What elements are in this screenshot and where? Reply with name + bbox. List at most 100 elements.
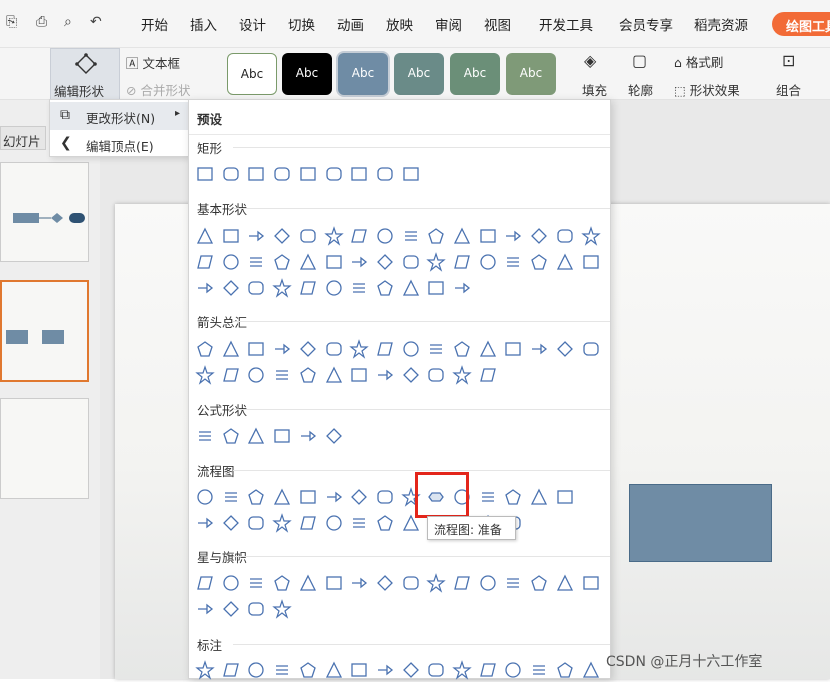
shape-2-19-icon[interactable] — [272, 365, 292, 385]
shape-1-22-icon[interactable] — [349, 252, 369, 272]
shape-1-41-icon[interactable] — [426, 278, 446, 298]
shape-4-17-icon[interactable] — [246, 513, 266, 533]
shape-5-11-icon[interactable] — [478, 573, 498, 593]
slide-thumbnail-3[interactable] — [0, 398, 89, 499]
shape-2-10-icon[interactable] — [452, 339, 472, 359]
shape-2-21-icon[interactable] — [324, 365, 344, 385]
shape-1-40-icon[interactable] — [401, 278, 421, 298]
shape-6-5-icon[interactable] — [324, 660, 344, 680]
preview-icon[interactable]: ⌕ — [64, 14, 72, 30]
shape-5-17-icon[interactable] — [221, 599, 241, 619]
shape-3-4-icon[interactable] — [298, 426, 318, 446]
style-preset-2[interactable]: Abc — [282, 53, 332, 95]
shape-1-20-icon[interactable] — [298, 252, 318, 272]
tab-slideshow[interactable]: 放映 — [386, 14, 413, 34]
shape-1-3-icon[interactable] — [272, 226, 292, 246]
tab-design[interactable]: 设计 — [239, 14, 266, 34]
shape-1-39-icon[interactable] — [375, 278, 395, 298]
shape-1-4-icon[interactable] — [298, 226, 318, 246]
shape-5-0-icon[interactable] — [195, 573, 215, 593]
shape-2-3-icon[interactable] — [272, 339, 292, 359]
shape-4-13-icon[interactable] — [529, 487, 549, 507]
shape-5-10-icon[interactable] — [452, 573, 472, 593]
shape-1-17-icon[interactable] — [221, 252, 241, 272]
shape-5-16-icon[interactable] — [195, 599, 215, 619]
shape-1-26-icon[interactable] — [452, 252, 472, 272]
shape-1-6-icon[interactable] — [349, 226, 369, 246]
shape-2-15-icon[interactable] — [581, 339, 601, 359]
tab-drawing-tools[interactable]: 绘图工具 — [772, 12, 830, 36]
tab-view[interactable]: 视图 — [484, 14, 511, 34]
slide-rectangle-shape[interactable] — [629, 484, 772, 562]
shape-0-4-icon[interactable] — [298, 164, 318, 184]
style-preset-5[interactable]: Abc — [450, 53, 500, 95]
tab-review[interactable]: 审阅 — [435, 14, 462, 34]
shape-1-7-icon[interactable] — [375, 226, 395, 246]
style-preset-1[interactable]: Abc — [227, 53, 277, 95]
shape-4-3-icon[interactable] — [272, 487, 292, 507]
shape-1-35-icon[interactable] — [272, 278, 292, 298]
shape-1-37-icon[interactable] — [324, 278, 344, 298]
shape-6-4-icon[interactable] — [298, 660, 318, 680]
shape-5-12-icon[interactable] — [503, 573, 523, 593]
shape-5-9-icon[interactable] — [426, 573, 447, 593]
merge-shape-button[interactable]: ⊘ 合并形状 — [126, 80, 190, 99]
shape-5-1-icon[interactable] — [221, 573, 241, 593]
shape-1-14-icon[interactable] — [555, 226, 575, 246]
shape-1-34-icon[interactable] — [246, 278, 266, 298]
shape-2-26-icon[interactable] — [452, 365, 472, 385]
shape-2-24-icon[interactable] — [401, 365, 421, 385]
shape-0-6-icon[interactable] — [349, 164, 369, 184]
tab-developer[interactable]: 开发工具 — [539, 14, 593, 34]
slide-thumbnail-2[interactable] — [0, 280, 89, 382]
shape-2-27-icon[interactable] — [478, 365, 498, 385]
shape-4-22-icon[interactable] — [375, 513, 395, 533]
shape-1-9-icon[interactable] — [426, 226, 446, 246]
tab-insert[interactable]: 插入 — [190, 14, 217, 34]
shape-4-21-icon[interactable] — [349, 513, 369, 533]
shape-5-5-icon[interactable] — [324, 573, 344, 593]
shape-1-0-icon[interactable] — [195, 226, 215, 246]
shape-6-6-icon[interactable] — [349, 660, 369, 680]
shape-1-33-icon[interactable] — [221, 278, 241, 298]
shape-2-9-icon[interactable] — [426, 339, 446, 359]
shape-0-2-icon[interactable] — [246, 164, 266, 184]
shape-1-24-icon[interactable] — [401, 252, 421, 272]
shape-0-8-icon[interactable] — [401, 164, 421, 184]
shape-6-13-icon[interactable] — [529, 660, 549, 680]
shape-3-0-icon[interactable] — [195, 426, 215, 446]
shape-1-27-icon[interactable] — [478, 252, 498, 272]
style-preset-3[interactable]: Abc — [338, 53, 388, 95]
shape-1-25-icon[interactable] — [426, 252, 447, 272]
shape-4-19-icon[interactable] — [298, 513, 318, 533]
shape-2-22-icon[interactable] — [349, 365, 369, 385]
shape-5-18-icon[interactable] — [246, 599, 266, 619]
shape-0-0-icon[interactable] — [195, 164, 215, 184]
tab-home[interactable]: 开始 — [141, 14, 168, 34]
shape-1-42-icon[interactable] — [452, 278, 472, 298]
shape-2-11-icon[interactable] — [478, 339, 498, 359]
shape-4-11-icon[interactable] — [478, 487, 498, 507]
tab-transition[interactable]: 切换 — [288, 14, 315, 34]
shape-5-8-icon[interactable] — [401, 573, 421, 593]
shape-2-7-icon[interactable] — [375, 339, 395, 359]
shape-0-1-icon[interactable] — [221, 164, 241, 184]
shape-1-13-icon[interactable] — [529, 226, 549, 246]
shape-0-3-icon[interactable] — [272, 164, 292, 184]
shape-6-3-icon[interactable] — [272, 660, 292, 680]
outline-button[interactable]: 轮廓 — [628, 80, 653, 99]
shape-1-38-icon[interactable] — [349, 278, 369, 298]
shape-1-29-icon[interactable] — [529, 252, 549, 272]
shape-1-15-icon[interactable] — [580, 226, 601, 246]
shape-4-16-icon[interactable] — [221, 513, 241, 533]
shape-effect-button[interactable]: ⬚ 形状效果 — [674, 80, 740, 99]
tab-animation[interactable]: 动画 — [337, 14, 364, 34]
shape-1-8-icon[interactable] — [401, 226, 421, 246]
shape-1-32-icon[interactable] — [195, 278, 215, 298]
shape-1-36-icon[interactable] — [298, 278, 318, 298]
shape-6-1-icon[interactable] — [221, 660, 241, 680]
shape-2-17-icon[interactable] — [221, 365, 241, 385]
save-icon[interactable]: ⎘ — [6, 14, 17, 30]
shape-5-13-icon[interactable] — [529, 573, 549, 593]
shape-1-1-icon[interactable] — [221, 226, 241, 246]
